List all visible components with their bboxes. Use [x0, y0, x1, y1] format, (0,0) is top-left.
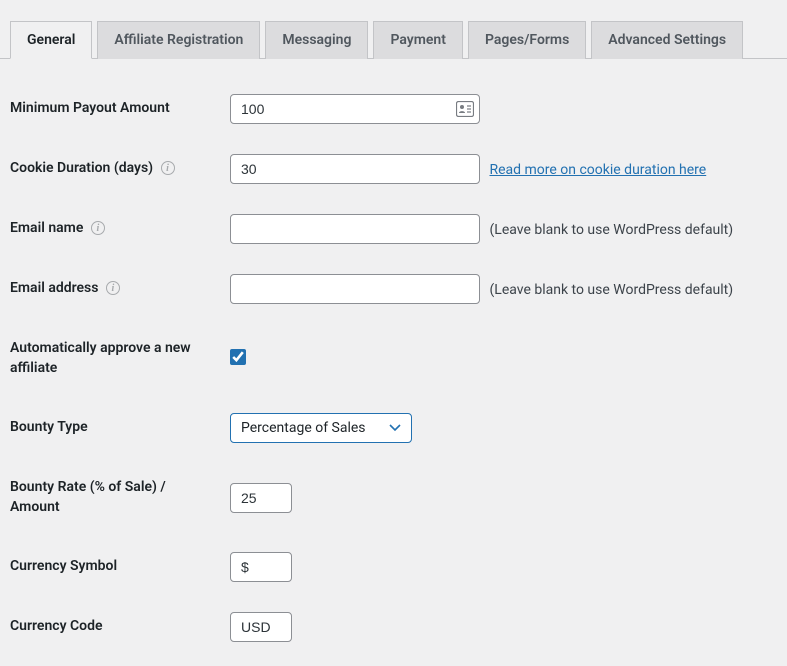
label-email-address: Email address i — [0, 259, 220, 319]
tab-advanced-settings[interactable]: Advanced Settings — [591, 21, 743, 59]
label-bounty-rate: Bounty Rate (% of Sale) / Amount — [0, 458, 220, 537]
tab-affiliate-registration[interactable]: Affiliate Registration — [97, 21, 260, 59]
tab-pages-forms[interactable]: Pages/Forms — [468, 21, 586, 59]
label-min-payout: Minimum Payout Amount — [0, 79, 220, 139]
link-cookie-duration[interactable]: Read more on cookie duration here — [489, 162, 706, 178]
label-cookie-duration: Cookie Duration (days) i — [0, 139, 220, 199]
input-min-payout[interactable] — [230, 94, 480, 124]
select-bounty-type[interactable]: Percentage of Sales — [230, 413, 412, 443]
input-bounty-rate[interactable] — [230, 483, 292, 513]
hint-email-name: (Leave blank to use WordPress default) — [489, 222, 733, 238]
tab-payment[interactable]: Payment — [373, 21, 463, 59]
info-icon[interactable]: i — [91, 221, 105, 235]
label-bounty-type: Bounty Type — [0, 398, 220, 458]
chevron-down-icon — [389, 421, 401, 435]
settings-form: Minimum Payout Amount — [0, 79, 787, 657]
input-currency-code[interactable] — [230, 612, 292, 642]
tab-messaging[interactable]: Messaging — [265, 21, 368, 59]
input-cookie-duration[interactable] — [230, 154, 480, 184]
input-email-address[interactable] — [230, 274, 480, 304]
label-currency-code: Currency Code — [0, 597, 220, 657]
label-email-name: Email name i — [0, 199, 220, 259]
input-email-name[interactable] — [230, 214, 480, 244]
label-auto-approve: Automatically approve a new affiliate — [0, 319, 220, 398]
input-currency-symbol[interactable] — [230, 552, 292, 582]
select-bounty-type-value: Percentage of Sales — [241, 420, 366, 436]
checkbox-auto-approve[interactable] — [230, 349, 246, 365]
info-icon[interactable]: i — [161, 161, 175, 175]
label-currency-symbol: Currency Symbol — [0, 537, 220, 597]
tab-general[interactable]: General — [10, 21, 92, 59]
tabs-bar: General Affiliate Registration Messaging… — [0, 20, 787, 59]
hint-email-address: (Leave blank to use WordPress default) — [489, 282, 733, 298]
info-icon[interactable]: i — [106, 281, 120, 295]
